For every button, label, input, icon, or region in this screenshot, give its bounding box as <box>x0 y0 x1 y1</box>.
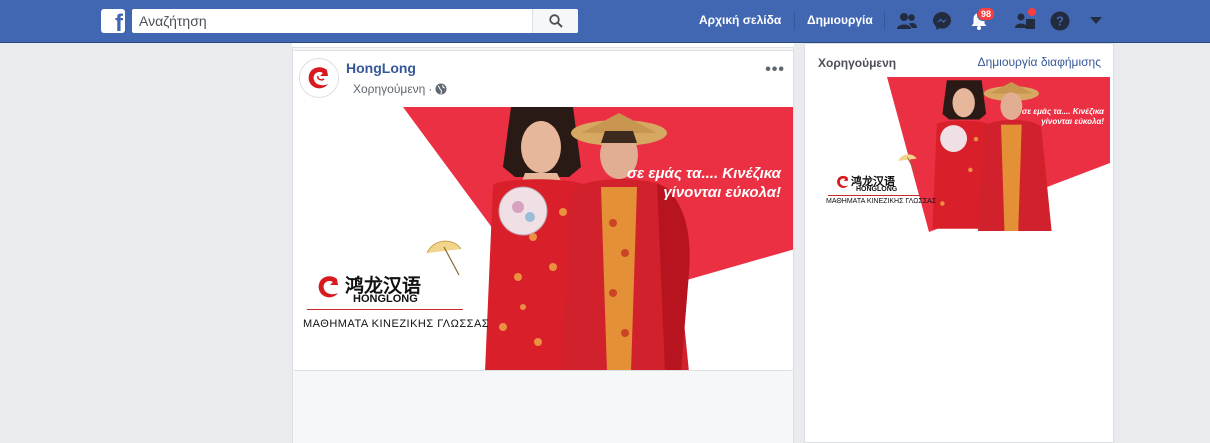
previous-story-edge <box>292 43 794 48</box>
brand-tagline: ΜΑΘΗΜΑΤΑ ΚΙΝΕΖΙΚΗΣ ΓΛΩΣΣΑΣ <box>303 318 490 330</box>
messenger-icon[interactable] <box>931 10 953 32</box>
ad-slogan-line2: γίνονται εύκολα! <box>663 184 781 201</box>
create-ad-link[interactable]: Δημιουργία διαφήμισης <box>978 55 1101 69</box>
brand-name-latin: HONGLONG <box>856 186 898 193</box>
ad-slogan: σε εμάς τα.... Κινέζικα γίνονται εύκολα! <box>994 107 1104 126</box>
globe-icon <box>435 83 447 95</box>
brand-tagline: ΜΑΘΗΜΑΤΑ ΚΙΝΕΖΙΚΗΣ ΓΛΩΣΣΑΣ <box>826 198 937 205</box>
nav-divider <box>794 12 795 30</box>
brand-divider <box>828 195 920 196</box>
sidebar-ad-image[interactable]: σε εμάς τα.... Κινέζικα γίνονται εύκολα!… <box>820 77 1110 232</box>
ad-slogan-line1: σε εμάς τα.... Κινέζικα <box>1021 107 1104 116</box>
notifications-badge: 98 <box>977 7 996 21</box>
search-icon <box>548 14 563 28</box>
honglong-logo-icon <box>308 67 328 89</box>
parasol-image <box>898 154 917 174</box>
top-navigation-bar: f Αρχική σελίδα Δημιουργία 98 <box>0 0 1210 43</box>
ad-image[interactable]: σε εμάς τα.... Κινέζικα γίνονται εύκολα!… <box>293 107 793 370</box>
meta-separator: · <box>428 82 433 96</box>
post-options-button[interactable]: ••• <box>765 61 785 79</box>
search-bar <box>132 9 578 33</box>
notification-dot <box>1027 7 1037 17</box>
brand-name-latin: HONGLONG <box>353 293 418 305</box>
account-menu-chevron-down-icon[interactable] <box>1085 10 1107 32</box>
sponsored-meta: Χορηγούμενη · <box>353 82 447 96</box>
facebook-logo-icon[interactable]: f <box>101 9 125 33</box>
sponsored-label[interactable]: Χορηγούμενη <box>353 82 425 96</box>
ad-slogan-line2: γίνονται εύκολα! <box>1041 117 1104 126</box>
search-input[interactable] <box>132 10 532 32</box>
sponsored-post: HongLong Χορηγούμενη · ••• σε εμάς τα...… <box>292 50 794 371</box>
parasol-image <box>426 240 462 276</box>
nav-divider <box>884 12 885 30</box>
page-avatar[interactable] <box>299 58 339 98</box>
ad-slogan: σε εμάς τα.... Κινέζικα γίνονται εύκολα! <box>591 165 781 201</box>
model-man-image <box>978 82 1052 231</box>
brand-dragon-icon <box>318 276 338 298</box>
create-link[interactable]: Δημιουργία <box>807 13 873 27</box>
brand-dragon-icon <box>837 175 849 188</box>
right-sponsored-column: Χορηγούμενη Δημιουργία διαφήμισης σε εμά… <box>804 43 1114 443</box>
ad-slogan-line1: σε εμάς τα.... Κινέζικα <box>627 165 781 182</box>
sponsored-section-title: Χορηγούμενη <box>818 56 897 70</box>
brand-divider <box>307 309 463 310</box>
search-button[interactable] <box>532 9 578 33</box>
friend-requests-icon[interactable] <box>896 10 918 32</box>
model-man-image <box>561 113 690 370</box>
home-link[interactable]: Αρχική σελίδα <box>699 13 781 27</box>
svg-text:?: ? <box>1056 14 1064 29</box>
help-icon[interactable]: ? <box>1049 10 1071 32</box>
page-name-link[interactable]: HongLong <box>346 60 416 76</box>
